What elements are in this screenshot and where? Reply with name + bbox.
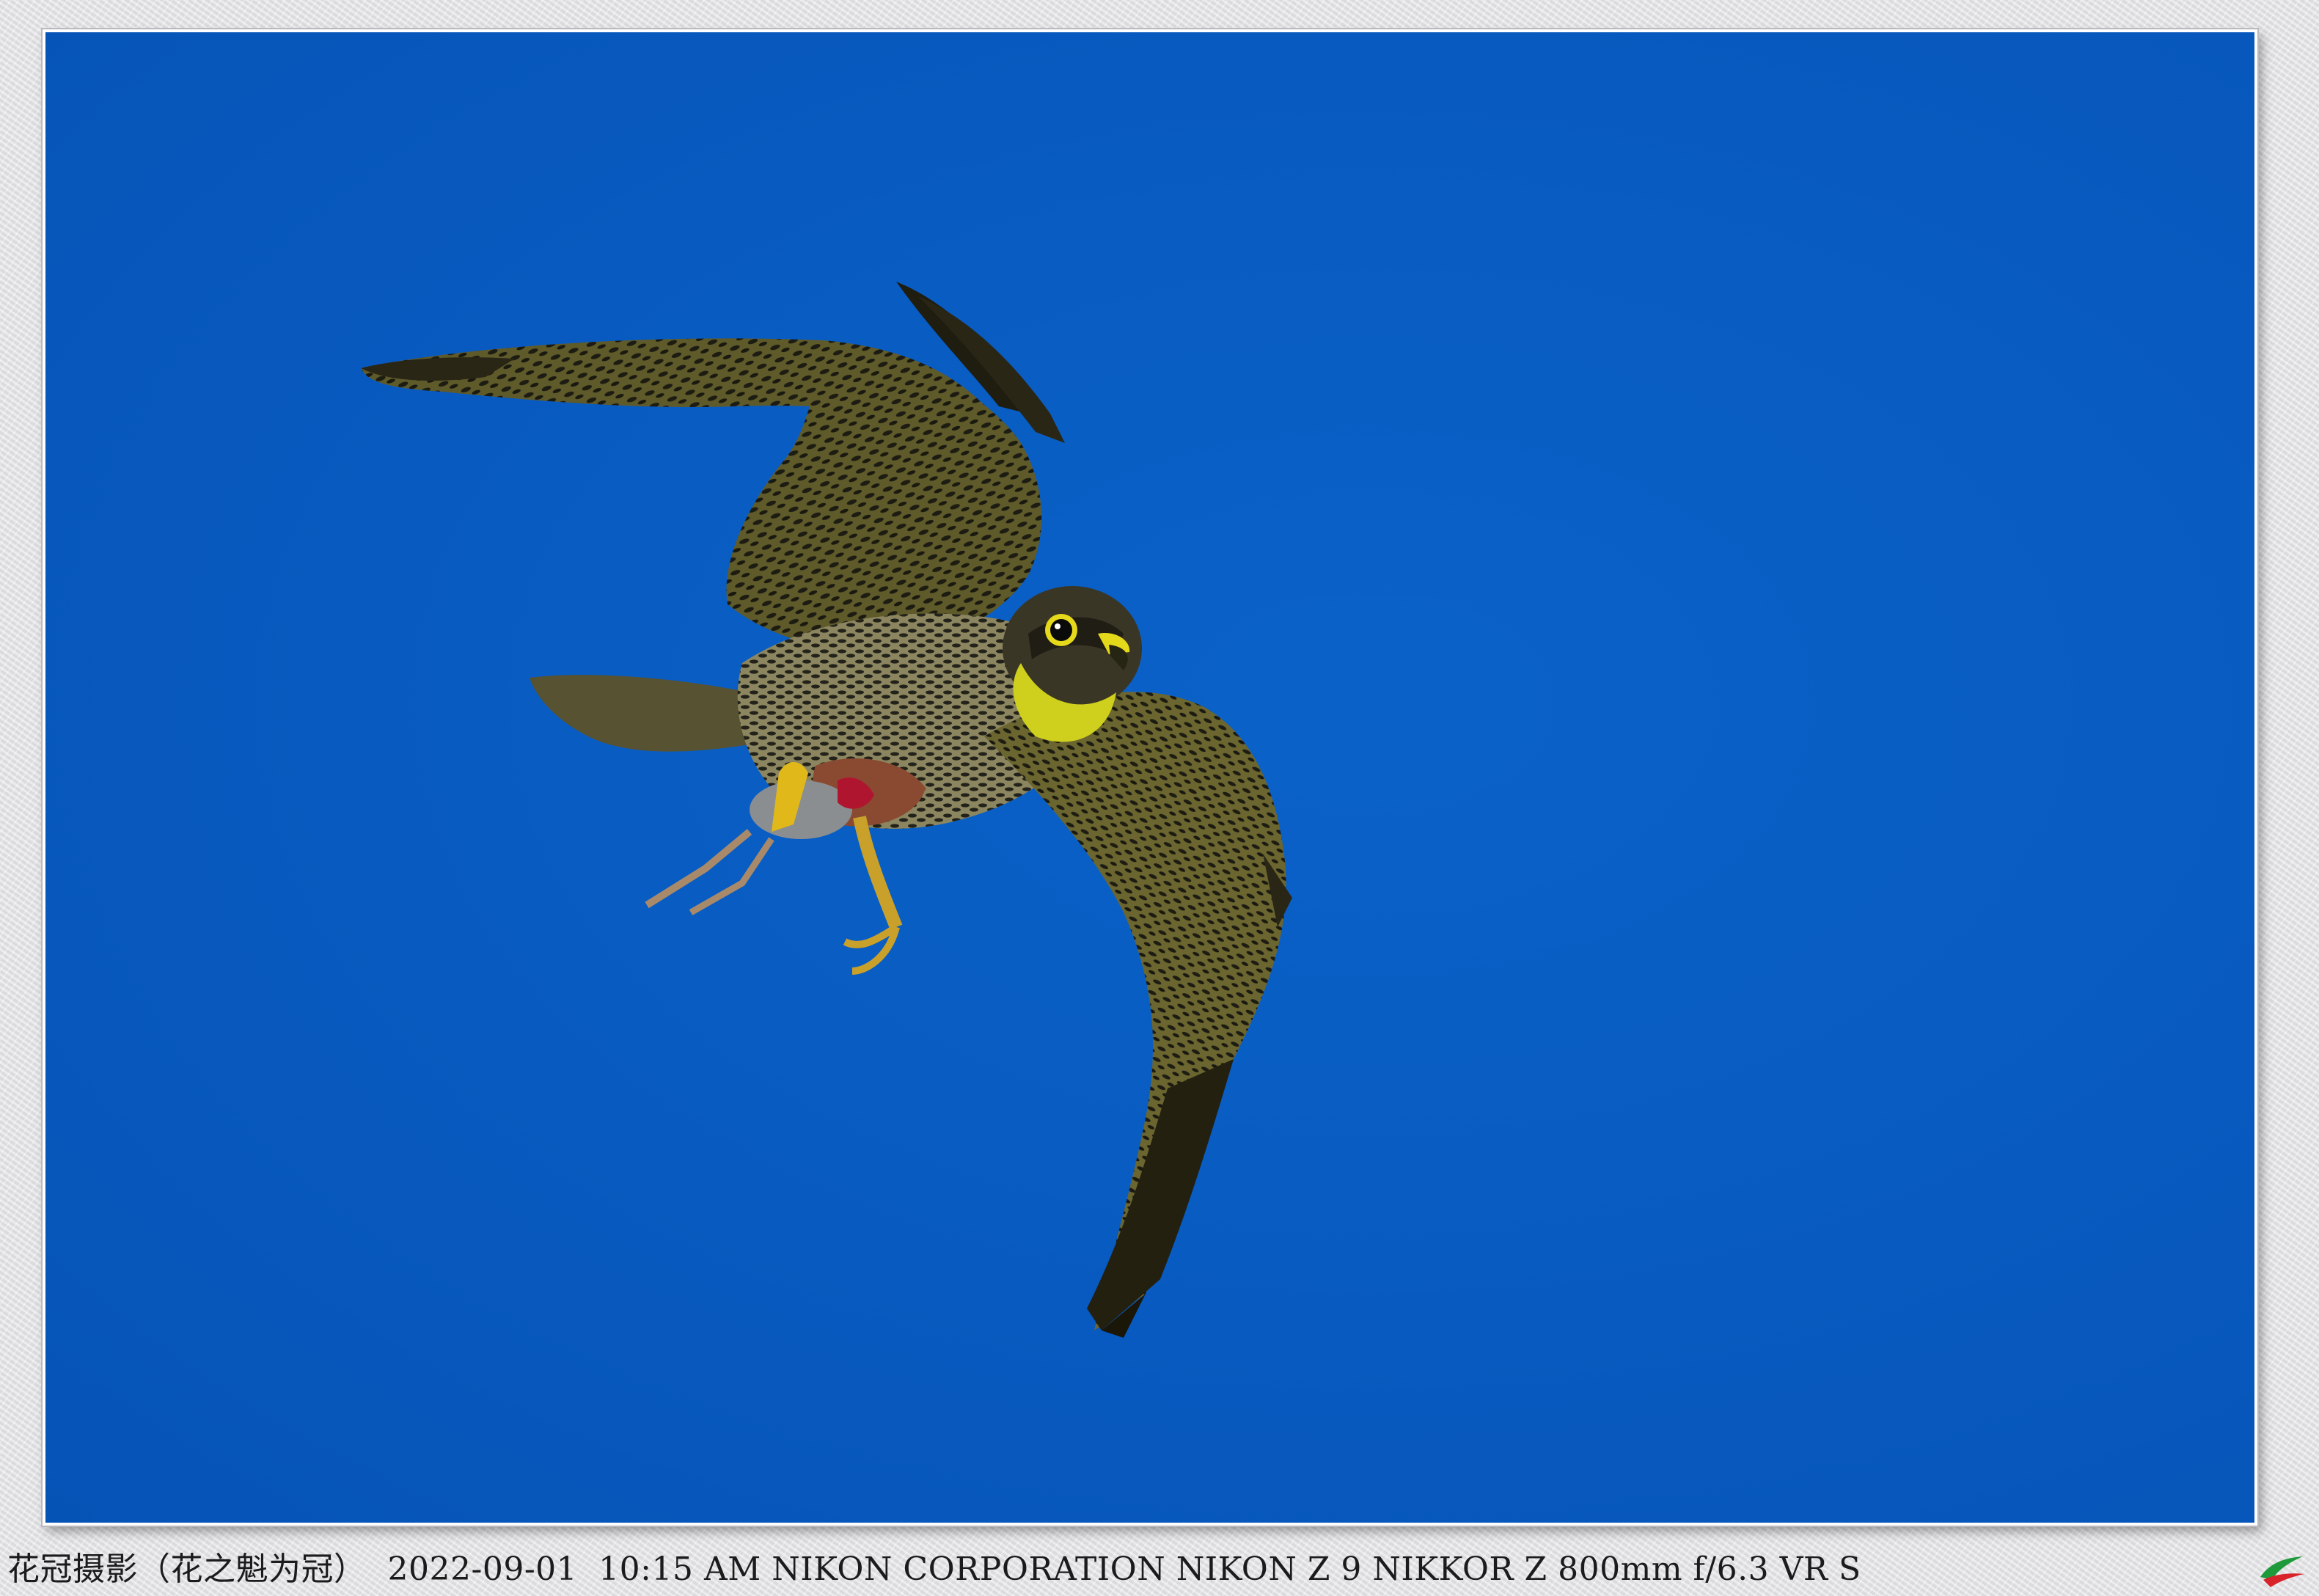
- caption-date: 2022-09-01: [387, 1551, 578, 1588]
- caption-lens: NIKKOR Z 800mm f/6.3 VR S: [1372, 1551, 1861, 1588]
- caption-author: 花冠摄影（花之魁为冠）: [7, 1551, 367, 1588]
- prey-bird: [645, 777, 874, 915]
- caption-camera: NIKON CORPORATION NIKON Z 9: [772, 1551, 1362, 1588]
- bird-site-logo-icon: [2260, 1556, 2304, 1587]
- photo-frame: [43, 29, 2257, 1526]
- falcon-photo: [361, 282, 1292, 1338]
- left-wing: [361, 282, 1065, 650]
- caption-time: 10:15 AM: [598, 1551, 761, 1588]
- photo-caption: 花冠摄影（花之魁为冠） 2022-09-01 10:15 AM NIKON CO…: [7, 1548, 1861, 1592]
